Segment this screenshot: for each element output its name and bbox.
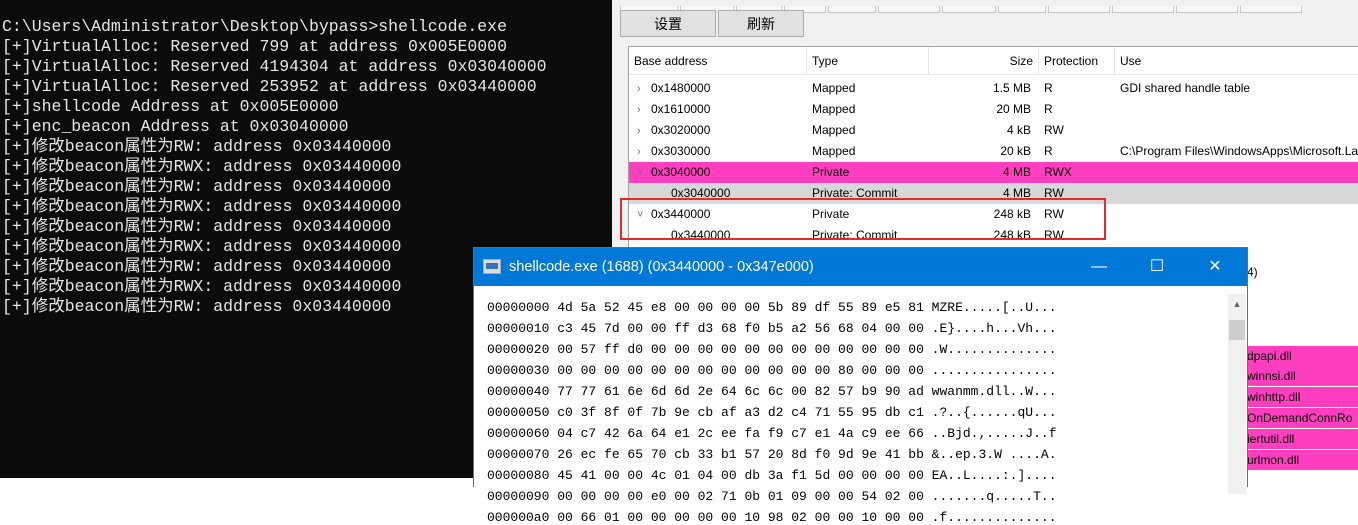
minimize-button[interactable]: — xyxy=(1070,248,1128,286)
hex-viewer-window[interactable]: shellcode.exe (1688) (0x3440000 - 0x347e… xyxy=(473,247,1248,525)
expand-chevron-icon[interactable]: › xyxy=(637,100,651,120)
scroll-up-icon[interactable]: ▲ xyxy=(1228,294,1246,314)
hex-line: 000000a0 00 66 01 00 00 00 00 00 10 98 0… xyxy=(487,510,1057,525)
cell-size: 20 kB xyxy=(1000,144,1031,158)
cell-use xyxy=(1115,99,1358,120)
title-bar[interactable]: shellcode.exe (1688) (0x3440000 - 0x347e… xyxy=(474,248,1247,286)
hex-line: 00000080 45 41 00 00 4c 01 04 00 db 3a f… xyxy=(487,468,1057,483)
cell-use: GDI shared handle table xyxy=(1120,81,1251,95)
hex-line: 00000070 26 ec fe 65 70 cb 33 b1 57 20 8… xyxy=(487,447,1057,462)
cell-protection: RWX xyxy=(1044,165,1072,179)
cell-type: Mapped xyxy=(812,144,856,158)
memory-row[interactable]: ˅ 0x3040000 Private 4 MB RWX xyxy=(629,162,1358,183)
hex-line: 00000030 00 00 00 00 00 00 00 00 00 00 0… xyxy=(487,363,1057,378)
cell-size: 4 MB xyxy=(1002,165,1031,179)
memory-row[interactable]: › 0x1610000 Mapped 20 MB R xyxy=(629,99,1358,120)
hex-line: 00000010 c3 45 7d 00 00 ff d3 68 f0 b5 a… xyxy=(487,321,1057,336)
base-address-text: 0x3040000 xyxy=(651,165,711,179)
module-list-item[interactable]: 4) xyxy=(1247,262,1358,282)
highlight-box xyxy=(620,198,1106,240)
col-base-address[interactable]: Base address xyxy=(629,47,807,74)
app-icon xyxy=(483,259,501,274)
hex-line: 00000000 4d 5a 52 45 e8 00 00 00 00 5b 8… xyxy=(487,300,1057,315)
tab-strip xyxy=(620,0,1358,13)
console-line: [+]修改beacon属性为RWX: address 0x03440000 xyxy=(2,197,402,216)
hex-line: 00000090 00 00 00 00 e0 00 02 71 0b 01 0… xyxy=(487,489,1057,504)
cell-base-address: › 0x3020000 xyxy=(629,120,807,141)
cell-type: Private xyxy=(812,165,850,179)
base-address-text: 0x1480000 xyxy=(651,81,711,95)
hex-line: 00000060 04 c7 42 6a 64 e1 2c ee fa f9 c… xyxy=(487,426,1057,441)
memory-row[interactable]: › 0x3020000 Mapped 4 kB RW xyxy=(629,120,1358,141)
cell-use xyxy=(1115,183,1358,204)
base-address-text: 0x3030000 xyxy=(651,144,711,158)
cell-base-address: › 0x1480000 xyxy=(629,78,807,99)
refresh-button[interactable]: 刷新 xyxy=(718,10,804,37)
console-line: [+]VirtualAlloc: Reserved 799 at address… xyxy=(2,37,507,56)
cell-base-address: › 0x1610000 xyxy=(629,99,807,120)
close-button[interactable]: ✕ xyxy=(1186,248,1244,286)
module-list-item[interactable]: winnsi.dll xyxy=(1247,366,1358,386)
col-use[interactable]: Use xyxy=(1115,47,1358,74)
expand-chevron-icon[interactable]: ˅ xyxy=(637,163,651,183)
cell-base-address: › 0x3030000 xyxy=(629,141,807,162)
col-type[interactable]: Type xyxy=(807,47,929,74)
cell-size: 20 MB xyxy=(996,102,1031,116)
console-line: [+]VirtualAlloc: Reserved 253952 at addr… xyxy=(2,77,537,96)
console-line: [+]enc_beacon Address at 0x03040000 xyxy=(2,117,349,136)
module-list-item[interactable]: iertutil.dll xyxy=(1247,429,1358,449)
console-line: [+]修改beacon属性为RWX: address 0x03440000 xyxy=(2,157,402,176)
module-list-item[interactable]: urlmon.dll xyxy=(1247,450,1358,470)
col-protection[interactable]: Protection xyxy=(1039,47,1115,74)
window-title: shellcode.exe (1688) (0x3440000 - 0x347e… xyxy=(509,259,814,275)
cell-base-address: ˅ 0x3040000 xyxy=(629,162,807,183)
cell-use xyxy=(1115,225,1358,246)
col-size[interactable]: Size xyxy=(929,47,1039,74)
expand-chevron-icon[interactable]: › xyxy=(637,142,651,162)
cell-protection: R xyxy=(1044,102,1053,116)
cell-type: Mapped xyxy=(812,81,856,95)
cell-type: Mapped xyxy=(812,123,856,137)
console-line: [+]修改beacon属性为RW: address 0x03440000 xyxy=(2,177,392,196)
cell-size: 1.5 MB xyxy=(992,81,1031,95)
hex-line: 00000050 c0 3f 8f 0f 7b 9e cb af a3 d2 c… xyxy=(487,405,1057,420)
scroll-thumb[interactable] xyxy=(1229,320,1245,340)
cell-protection: R xyxy=(1044,81,1053,95)
settings-button[interactable]: 设置 xyxy=(620,10,716,37)
vertical-scrollbar[interactable]: ▲ xyxy=(1228,294,1246,494)
cell-protection: RW xyxy=(1044,123,1064,137)
module-list-item[interactable]: OnDemandConnRo xyxy=(1247,408,1358,428)
expand-chevron-icon[interactable]: › xyxy=(637,121,651,141)
module-list-item[interactable]: winhttp.dll xyxy=(1247,387,1358,407)
hex-line: 00000040 77 77 61 6e 6d 6d 2e 64 6c 6c 0… xyxy=(487,384,1057,399)
memory-row[interactable]: › 0x3030000 Mapped 20 kB R C:\Program Files\W… xyxy=(629,141,1358,162)
expand-chevron-icon[interactable]: › xyxy=(637,79,651,99)
console-line: [+]VirtualAlloc: Reserved 4194304 at add… xyxy=(2,57,547,76)
cell-protection: R xyxy=(1044,144,1053,158)
memory-row[interactable]: › 0x1480000 Mapped 1.5 MB R GDI shared handle… xyxy=(629,78,1358,99)
console-line: C:\Users\Administrator\Desktop\bypass>sh… xyxy=(2,17,507,36)
maximize-button[interactable]: ☐ xyxy=(1128,248,1186,286)
cell-size: 4 kB xyxy=(1006,123,1031,137)
cell-type: Mapped xyxy=(812,102,856,116)
console-line: [+]修改beacon属性为RW: address 0x03440000 xyxy=(2,137,392,156)
hex-line: 00000020 00 57 ff d0 00 00 00 00 00 00 0… xyxy=(487,342,1057,357)
cell-use xyxy=(1115,120,1358,141)
hex-content[interactable]: 00000000 4d 5a 52 45 e8 00 00 00 00 5b 8… xyxy=(474,286,1247,525)
console-line: [+]shellcode Address at 0x005E0000 xyxy=(2,97,339,116)
cell-use xyxy=(1115,162,1358,183)
base-address-text: 0x3020000 xyxy=(651,123,711,137)
base-address-text: 0x1610000 xyxy=(651,102,711,116)
grid-header: Base address Type Size Protection Use xyxy=(629,47,1358,75)
module-list-item[interactable]: dpapi.dll xyxy=(1247,346,1358,366)
cell-use: C:\Program Files\WindowsApps\Microsoft.L… xyxy=(1120,144,1358,158)
console-line: [+]修改beacon属性为RW: address 0x03440000 xyxy=(2,217,392,236)
cell-use xyxy=(1115,204,1358,225)
